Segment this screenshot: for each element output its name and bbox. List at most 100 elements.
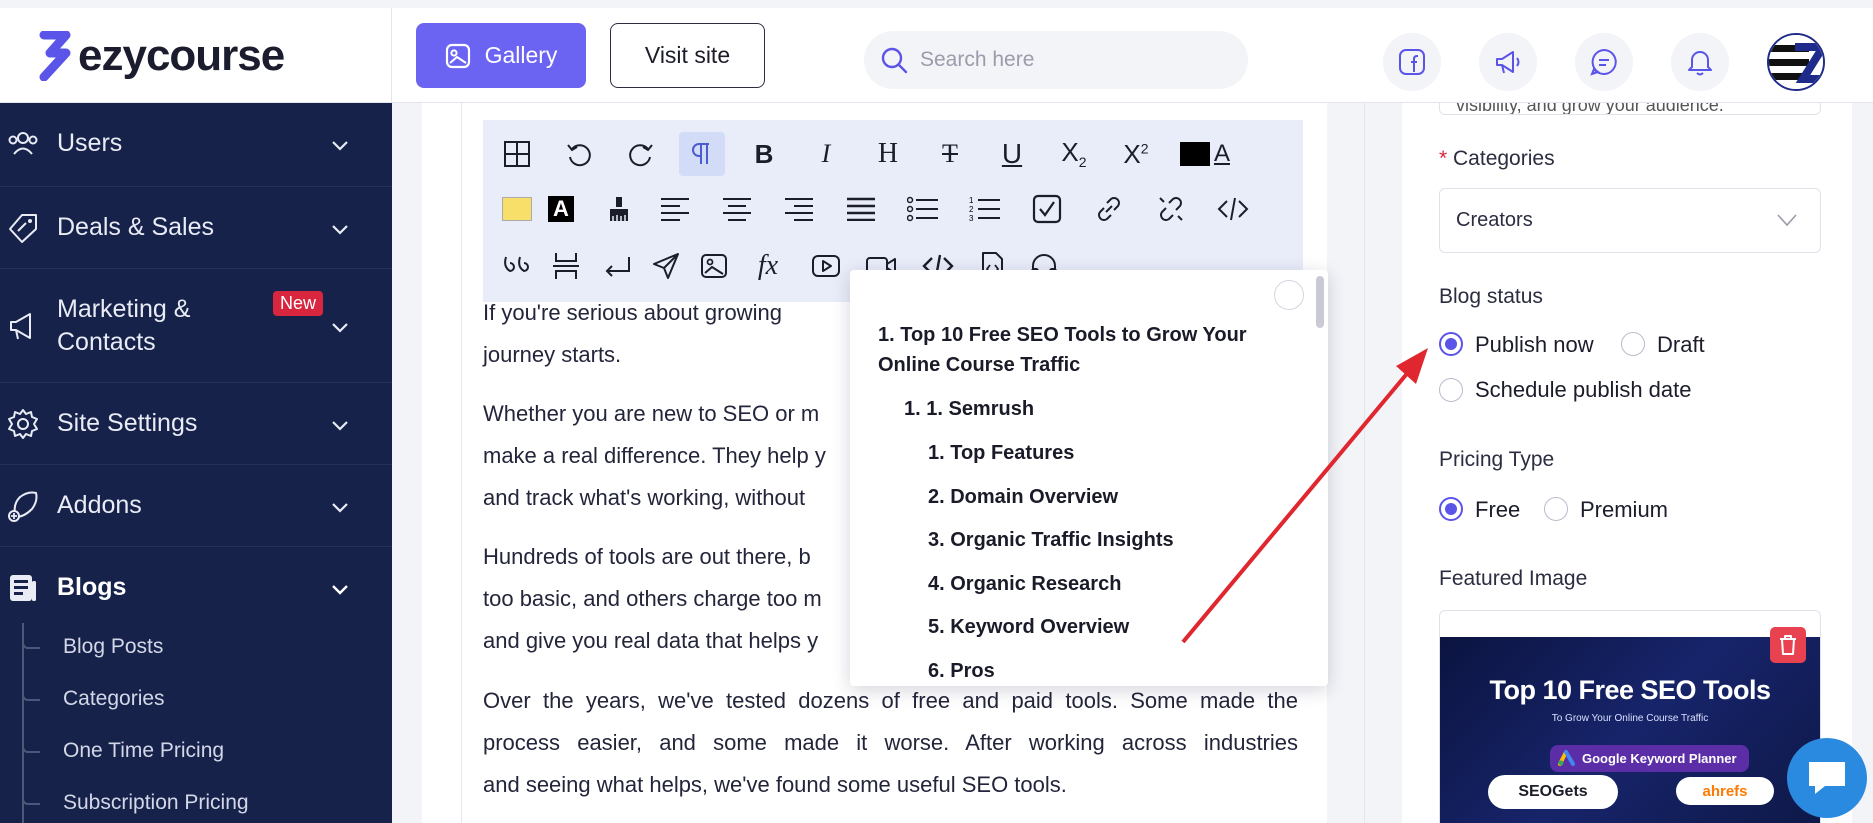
schedule-publish-radio[interactable] (1439, 378, 1463, 402)
align-left-button[interactable] (652, 187, 698, 231)
numbered-list-button[interactable]: 123 (962, 187, 1008, 231)
paragraph-4-line-2: process easier, and some made it worse. … (483, 730, 1298, 755)
sidebar-item-users[interactable]: Users (0, 103, 392, 187)
toc-item[interactable]: 1. 1. Semrush (904, 394, 1034, 424)
sidebar-item-blogs[interactable]: Blogs (0, 547, 392, 629)
page-break-button[interactable] (543, 244, 589, 288)
eraser-brush-icon (610, 197, 628, 221)
checklist-button[interactable] (1024, 187, 1070, 231)
redo-button[interactable] (618, 132, 664, 176)
search-input[interactable] (920, 48, 1220, 72)
editor-border-right (1364, 103, 1365, 823)
highlight-color-button[interactable] (494, 187, 540, 231)
align-left-icon (661, 198, 689, 221)
sidebar-item-addons[interactable]: Addons (0, 465, 392, 547)
description-text: visibility, and grow your audience. (1456, 103, 1724, 115)
send-button[interactable] (643, 244, 689, 288)
user-avatar[interactable] (1767, 33, 1825, 91)
toc-item[interactable]: 2. Domain Overview (928, 482, 1118, 512)
undo-button[interactable] (556, 132, 602, 176)
formula-button[interactable]: fx (745, 244, 791, 288)
enter-icon (605, 257, 630, 277)
sidebar-item-site-settings[interactable]: Site Settings (0, 383, 392, 465)
font-color-icon: A (1179, 140, 1230, 168)
delete-image-button[interactable] (1770, 627, 1806, 663)
chevron-down-icon (332, 585, 348, 595)
line-break-button[interactable] (595, 244, 641, 288)
insert-image-button[interactable] (691, 244, 737, 288)
sidebar-subitem-categories[interactable]: Categories (63, 687, 165, 711)
font-color-button[interactable]: A (1175, 132, 1235, 176)
clear-format-button[interactable] (596, 187, 642, 231)
messages-button[interactable] (1575, 33, 1633, 91)
unlink-button[interactable] (1148, 187, 1194, 231)
search-icon (881, 47, 908, 74)
align-right-button[interactable] (776, 187, 822, 231)
bulleted-list-button[interactable] (900, 187, 946, 231)
toc-item[interactable]: Online Course Traffic (878, 350, 1080, 380)
paragraph-button[interactable] (679, 132, 725, 176)
italic-button[interactable]: I (803, 132, 849, 176)
tree-hook (22, 687, 40, 701)
link-button[interactable] (1086, 187, 1132, 231)
table-of-contents-popup[interactable]: 1. Top 10 Free SEO Tools to Grow Your On… (850, 270, 1328, 686)
free-radio[interactable] (1439, 497, 1463, 521)
blockquote-button[interactable] (494, 244, 540, 288)
free-label[interactable]: Free (1475, 497, 1520, 523)
featured-image[interactable]: Top 10 Free SEO Tools To Grow Your Onlin… (1440, 637, 1820, 823)
schedule-publish-label[interactable]: Schedule publish date (1475, 377, 1692, 403)
toc-item[interactable]: 1. Top 10 Free SEO Tools to Grow Your (878, 320, 1247, 350)
visit-site-button[interactable]: Visit site (610, 23, 765, 88)
background-text-button[interactable]: A (538, 187, 584, 231)
justify-button[interactable] (838, 187, 884, 231)
google-ads-icon (1558, 750, 1575, 766)
sidebar-item-deals-sales[interactable]: Deals & Sales (0, 187, 392, 269)
sidebar-item-marketing-contacts[interactable]: Marketing & Contacts (0, 269, 392, 383)
publish-now-label[interactable]: Publish now (1475, 332, 1594, 358)
toc-item[interactable]: 3. Organic Traffic Insights (928, 525, 1174, 555)
toc-scrollbar[interactable] (1316, 276, 1324, 328)
insert-video-button[interactable] (803, 244, 849, 288)
sidebar-subitem-blog-posts[interactable]: Blog Posts (63, 635, 163, 659)
chevron-down-icon (332, 421, 348, 431)
toc-item[interactable]: 6. Pros (928, 656, 995, 686)
search-box[interactable] (864, 31, 1248, 89)
sidebar-subitem-one-time-pricing[interactable]: One Time Pricing (63, 739, 224, 763)
justify-icon (847, 197, 875, 221)
strikethrough-button[interactable]: T (927, 132, 973, 176)
paper-plane-icon (653, 253, 679, 279)
sidebar-subitem-subscription-pricing[interactable]: Subscription Pricing (63, 791, 249, 815)
toc-item[interactable]: 1. Top Features (928, 438, 1074, 468)
bold-icon: B (754, 138, 774, 169)
underline-button[interactable]: U (989, 132, 1035, 176)
notifications-button[interactable] (1671, 33, 1729, 91)
sidebar-label-users: Users (57, 129, 123, 157)
live-chat-button[interactable] (1787, 738, 1867, 818)
superscript-button[interactable]: X2 (1113, 132, 1159, 176)
new-badge: New (273, 291, 324, 316)
facebook-button[interactable] (1383, 33, 1441, 91)
heading-button[interactable]: H (865, 132, 911, 176)
description-field-clipped[interactable]: visibility, and grow your audience. (1439, 103, 1821, 115)
toc-item[interactable]: 4. Organic Research (928, 569, 1121, 599)
align-center-button[interactable] (714, 187, 760, 231)
publish-now-radio[interactable] (1439, 332, 1463, 356)
code-view-button[interactable] (1210, 187, 1256, 231)
categories-select[interactable]: Creators (1439, 188, 1821, 253)
draft-radio[interactable] (1621, 332, 1645, 356)
toc-item[interactable]: 5. Keyword Overview (928, 612, 1129, 642)
subscript-button[interactable]: X2 (1051, 132, 1097, 176)
gear-icon (4, 405, 42, 443)
gallery-button[interactable]: Gallery (416, 23, 586, 88)
logo-area[interactable]: ezycourse (0, 8, 392, 103)
announcement-button[interactable] (1479, 33, 1537, 91)
featured-image-subtitle: To Grow Your Online Course Traffic (1551, 713, 1709, 724)
draft-label[interactable]: Draft (1657, 332, 1705, 358)
function-icon: fx (757, 250, 779, 281)
unlink-icon (1159, 197, 1183, 221)
toc-close-button[interactable] (1274, 280, 1304, 310)
premium-label[interactable]: Premium (1580, 497, 1668, 523)
premium-radio[interactable] (1544, 497, 1568, 521)
table-button[interactable] (494, 132, 540, 176)
bold-button[interactable]: B (741, 132, 787, 176)
